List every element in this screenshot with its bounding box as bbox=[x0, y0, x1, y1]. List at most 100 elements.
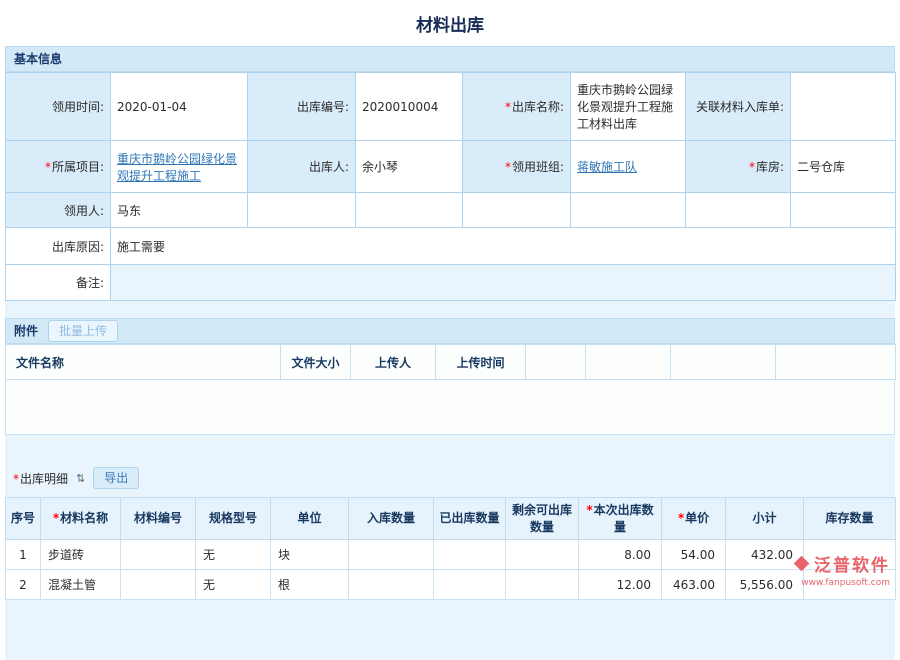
cell-spec-model: 无 bbox=[196, 570, 271, 600]
details-header-bar: *出库明细 ⇅ 导出 bbox=[5, 461, 895, 497]
batch-upload-button[interactable]: 批量上传 bbox=[48, 320, 118, 342]
cell-inbound-qty bbox=[349, 540, 434, 570]
empty-cell bbox=[356, 193, 463, 228]
content-area: 基本信息 领用时间: 2020-01-04 出库编号: 2020010004 *… bbox=[5, 46, 895, 660]
empty-cell bbox=[571, 193, 686, 228]
outbound-name-label: *出库名称: bbox=[463, 73, 571, 141]
col-uploader: 上传人 bbox=[351, 345, 436, 380]
project-label-text: 所属项目: bbox=[52, 160, 104, 174]
project-link[interactable]: 重庆市鹅岭公园绿化景观提升工程施工 bbox=[117, 152, 237, 183]
form-row-2: *所属项目: 重庆市鹅岭公园绿化景观提升工程施工 出库人: 余小琴 *领用班组:… bbox=[6, 141, 896, 193]
col-upload-time: 上传时间 bbox=[436, 345, 526, 380]
receive-time-label: 领用时间: bbox=[6, 73, 111, 141]
cell-unit-price: 54.00 bbox=[662, 540, 726, 570]
empty-cell bbox=[248, 193, 356, 228]
col-material-name-text: 材料名称 bbox=[60, 511, 108, 525]
cell-material-name: 步道砖 bbox=[41, 540, 121, 570]
project-label: *所属项目: bbox=[6, 141, 111, 193]
required-asterisk: * bbox=[505, 100, 511, 114]
cell-outbound-qty bbox=[434, 540, 506, 570]
fanpusoft-logo-icon bbox=[794, 556, 810, 572]
attachments-section: 附件 批量上传 文件名称 文件大小 上传人 上传时间 bbox=[5, 318, 895, 435]
remark-value bbox=[111, 265, 896, 301]
reason-label: 出库原因: bbox=[6, 228, 111, 265]
col-empty bbox=[586, 345, 671, 380]
cell-inbound-qty bbox=[349, 570, 434, 600]
receive-team-link[interactable]: 蒋敏施工队 bbox=[577, 160, 637, 174]
cell-outbound-qty bbox=[434, 570, 506, 600]
required-asterisk: * bbox=[45, 160, 51, 174]
col-empty bbox=[776, 345, 896, 380]
project-value: 重庆市鹅岭公园绿化景观提升工程施工 bbox=[111, 141, 248, 193]
col-remaining-qty: 剩余可出库数量 bbox=[506, 498, 579, 540]
basic-info-header-label: 基本信息 bbox=[14, 47, 62, 71]
cell-seq: 2 bbox=[6, 570, 41, 600]
outbound-name-label-text: 出库名称: bbox=[512, 100, 564, 114]
vendor-name: 泛普软件 bbox=[814, 551, 890, 576]
form-row-4: 出库原因: 施工需要 bbox=[6, 228, 896, 265]
col-outbound-qty: 已出库数量 bbox=[434, 498, 506, 540]
col-empty bbox=[671, 345, 776, 380]
col-seq: 序号 bbox=[6, 498, 41, 540]
export-button[interactable]: 导出 bbox=[93, 467, 139, 489]
form-row-5: 备注: bbox=[6, 265, 896, 301]
cell-this-outbound-qty: 8.00 bbox=[579, 540, 662, 570]
col-file-size: 文件大小 bbox=[281, 345, 351, 380]
receive-time-value: 2020-01-04 bbox=[111, 73, 248, 141]
col-material-name: *材料名称 bbox=[41, 498, 121, 540]
cell-subtotal: 5,556.00 bbox=[726, 570, 804, 600]
col-unit: 单位 bbox=[271, 498, 349, 540]
related-inbound-label: 关联材料入库单: bbox=[686, 73, 791, 141]
col-stock-qty: 库存数量 bbox=[804, 498, 896, 540]
cell-material-no bbox=[121, 570, 196, 600]
empty-cell bbox=[791, 193, 896, 228]
cell-unit-price: 463.00 bbox=[662, 570, 726, 600]
outbound-name-value: 重庆市鹅岭公园绿化景观提升工程施工材料出库 bbox=[571, 73, 686, 141]
form-row-3: 领用人: 马东 bbox=[6, 193, 896, 228]
required-asterisk: * bbox=[749, 160, 755, 174]
col-unit-price: *单价 bbox=[662, 498, 726, 540]
cell-material-no bbox=[121, 540, 196, 570]
details-header-row: 序号 *材料名称 材料编号 规格型号 单位 入库数量 已出库数量 剩余可出库数量… bbox=[6, 498, 896, 540]
cell-remaining-qty bbox=[506, 570, 579, 600]
basic-info-table: 领用时间: 2020-01-04 出库编号: 2020010004 *出库名称:… bbox=[5, 72, 896, 301]
required-asterisk: * bbox=[53, 511, 59, 525]
col-material-no: 材料编号 bbox=[121, 498, 196, 540]
attachments-table: 文件名称 文件大小 上传人 上传时间 bbox=[5, 344, 896, 380]
basic-info-header-bar: 基本信息 bbox=[5, 46, 895, 72]
attachments-empty-body bbox=[5, 380, 895, 435]
receiver-value: 马东 bbox=[111, 193, 248, 228]
col-unit-price-text: 单价 bbox=[685, 511, 709, 525]
receive-team-label: *领用班组: bbox=[463, 141, 571, 193]
outbound-no-value: 2020010004 bbox=[356, 73, 463, 141]
receiver-label: 领用人: bbox=[6, 193, 111, 228]
details-table: 序号 *材料名称 材料编号 规格型号 单位 入库数量 已出库数量 剩余可出库数量… bbox=[5, 497, 896, 600]
remark-label: 备注: bbox=[6, 265, 111, 301]
attachments-header-row: 文件名称 文件大小 上传人 上传时间 bbox=[6, 345, 896, 380]
outbound-no-label: 出库编号: bbox=[248, 73, 356, 141]
cell-material-name: 混凝土管 bbox=[41, 570, 121, 600]
sort-icon[interactable]: ⇅ bbox=[76, 472, 85, 485]
col-this-outbound-qty: *本次出库数量 bbox=[579, 498, 662, 540]
page-title: 材料出库 bbox=[0, 0, 900, 46]
attachments-header-label: 附件 bbox=[14, 319, 38, 343]
required-asterisk: * bbox=[505, 160, 511, 174]
cell-spec-model: 无 bbox=[196, 540, 271, 570]
outbound-person-value: 余小琴 bbox=[356, 141, 463, 193]
col-empty bbox=[526, 345, 586, 380]
cell-seq: 1 bbox=[6, 540, 41, 570]
details-section: *出库明细 ⇅ 导出 序号 *材料名称 材料编号 规格型号 单位 入库数量 已出… bbox=[5, 461, 895, 600]
cell-this-outbound-qty: 12.00 bbox=[579, 570, 662, 600]
warehouse-value: 二号仓库 bbox=[791, 141, 896, 193]
reason-value: 施工需要 bbox=[111, 228, 896, 265]
detail-row-1: 1 步道砖 无 块 8.00 54.00 432.00 bbox=[6, 540, 896, 570]
warehouse-label: *库房: bbox=[686, 141, 791, 193]
cell-unit: 块 bbox=[271, 540, 349, 570]
form-row-1: 领用时间: 2020-01-04 出库编号: 2020010004 *出库名称:… bbox=[6, 73, 896, 141]
receive-team-value: 蒋敏施工队 bbox=[571, 141, 686, 193]
details-title: *出库明细 bbox=[13, 470, 68, 487]
empty-cell bbox=[463, 193, 571, 228]
details-title-text: 出库明细 bbox=[20, 472, 68, 486]
outbound-person-label: 出库人: bbox=[248, 141, 356, 193]
vendor-url: www.fanpusoft.com bbox=[796, 578, 890, 588]
